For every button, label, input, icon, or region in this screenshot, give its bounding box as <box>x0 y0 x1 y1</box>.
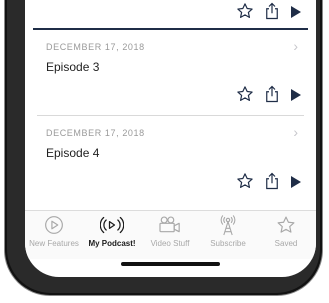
episode-date: DECEMBER 17, 2018 <box>46 42 145 52</box>
share-icon[interactable] <box>264 85 280 108</box>
phone-frame: DECEMBER 17, 2018 › Episode 3 DECEMBER 1… <box>4 0 323 296</box>
play-icon[interactable] <box>290 175 302 193</box>
episode-title: Episode 3 <box>46 60 100 74</box>
tab-subscribe[interactable]: Subscribe <box>199 213 257 248</box>
star-icon[interactable] <box>236 2 254 25</box>
star-icon[interactable] <box>236 85 254 108</box>
app-screen: DECEMBER 17, 2018 › Episode 3 DECEMBER 1… <box>25 0 316 277</box>
home-indicator[interactable] <box>121 262 220 266</box>
play-circle-icon <box>25 213 83 237</box>
star-icon[interactable] <box>236 172 254 195</box>
antenna-icon <box>199 213 257 237</box>
tab-saved[interactable]: Saved <box>257 213 315 248</box>
podcast-broadcast-icon <box>83 213 141 237</box>
tab-label: Subscribe <box>210 239 246 248</box>
tab-bar: New Features My Podcast! Video Stuff Sub… <box>25 210 316 259</box>
episode-actions <box>236 172 302 195</box>
tab-new-features[interactable]: New Features <box>25 213 83 248</box>
chevron-right-icon[interactable]: › <box>293 38 298 54</box>
tab-label: New Features <box>29 239 79 248</box>
tab-label: Video Stuff <box>150 239 190 248</box>
share-icon[interactable] <box>264 172 280 195</box>
tab-label: Saved <box>274 239 298 248</box>
share-icon[interactable] <box>264 2 280 25</box>
play-icon[interactable] <box>290 88 302 106</box>
phone-bezel: DECEMBER 17, 2018 › Episode 3 DECEMBER 1… <box>7 0 320 293</box>
play-icon[interactable] <box>290 5 302 23</box>
star-icon <box>257 213 315 237</box>
episode-date: DECEMBER 17, 2018 <box>46 128 145 138</box>
tab-video-stuff[interactable]: Video Stuff <box>141 213 199 248</box>
episode-title: Episode 4 <box>46 146 100 160</box>
episode-row[interactable]: DECEMBER 17, 2018 › Episode 3 <box>25 30 316 116</box>
tab-label: My Podcast! <box>88 239 136 248</box>
tab-my-podcast[interactable]: My Podcast! <box>83 213 141 248</box>
video-camera-icon <box>141 213 199 237</box>
episode-actions <box>236 2 302 25</box>
chevron-right-icon[interactable]: › <box>293 124 298 140</box>
episode-row[interactable]: DECEMBER 17, 2018 › Episode 4 <box>25 116 316 202</box>
episode-actions <box>236 85 302 108</box>
